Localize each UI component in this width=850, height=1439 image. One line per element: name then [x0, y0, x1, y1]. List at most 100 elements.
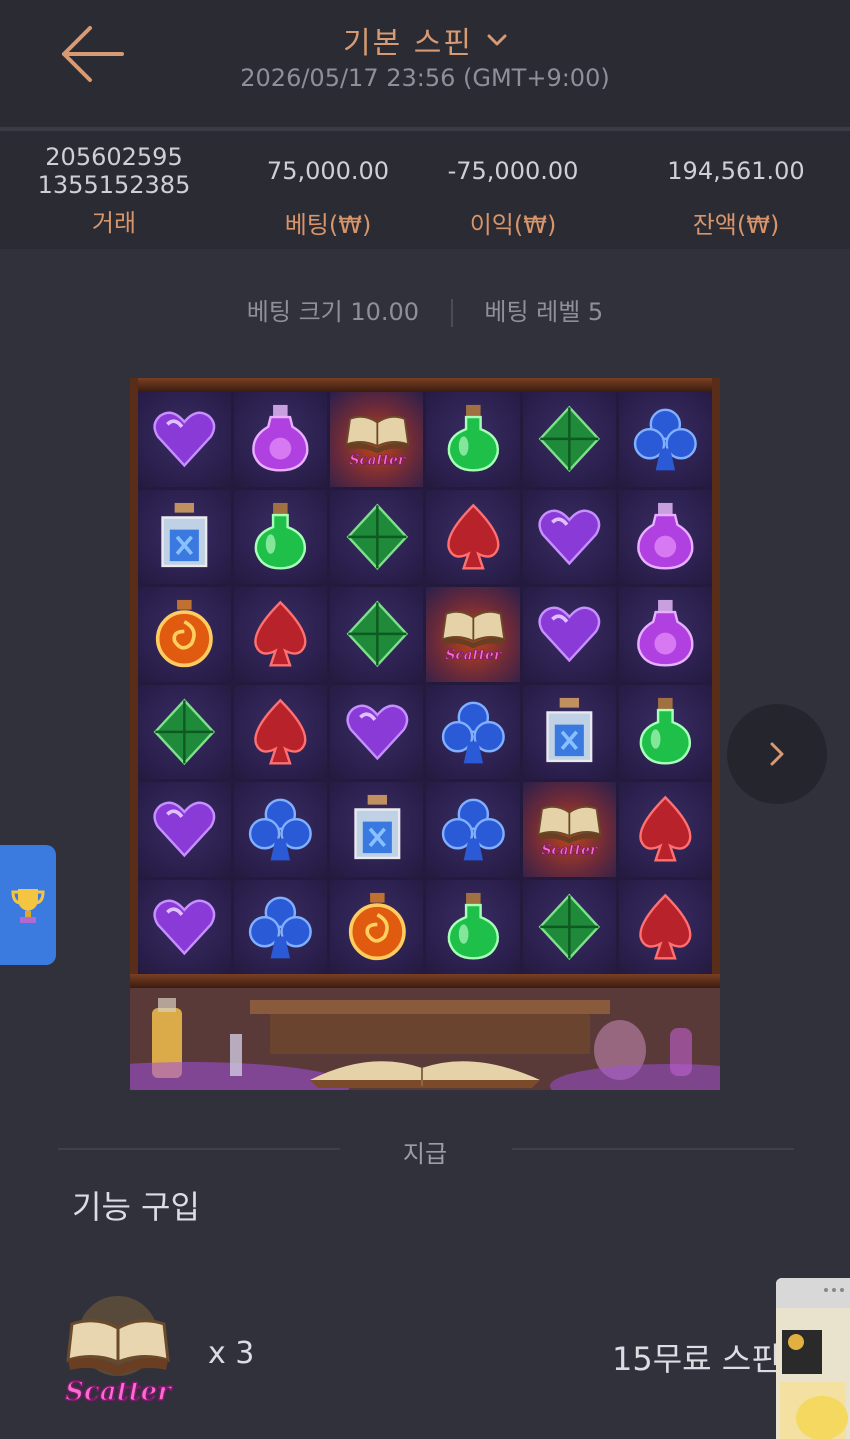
balance-column: 194,561.00 잔액(₩) [648, 157, 824, 240]
reel-cell [234, 782, 328, 877]
purple-heart-icon [538, 606, 601, 663]
alchemy-table-scene [130, 988, 720, 1090]
floating-mini-window[interactable] [776, 1278, 850, 1439]
scatter-icon: Scatter [344, 416, 409, 469]
reel-cell [138, 392, 232, 487]
scatter-text: Scatter [349, 453, 405, 469]
scatter-text: Scatter [542, 843, 598, 859]
spin-type-dropdown[interactable]: 기본 스핀 [343, 18, 507, 62]
reel-cell [522, 489, 616, 584]
purple-potion-icon [637, 502, 694, 570]
purple-potion-icon [252, 405, 309, 472]
green-diamond-icon [346, 503, 408, 571]
green-potion-icon [447, 405, 499, 472]
reel-cell [234, 587, 328, 682]
reel-cell [426, 392, 520, 487]
bet-size: 베팅 크기 10.00 [246, 298, 420, 326]
scatter-icon: Scatter [537, 806, 602, 859]
blue-jar-icon [546, 697, 593, 763]
reel-cell [138, 587, 232, 682]
red-spade-icon [639, 893, 692, 960]
green-potion-icon [639, 697, 692, 765]
reel-cell: Scatter [330, 392, 424, 487]
blue-jar-icon [353, 795, 400, 860]
reel-cell [618, 782, 712, 877]
reel-cell [330, 782, 424, 877]
reel-cell [522, 392, 616, 487]
scatter-book-icon: Scatter [58, 1290, 178, 1410]
frame-bottom [130, 974, 720, 988]
divider-right [512, 1148, 794, 1150]
blue-club-icon [441, 701, 505, 764]
free-spins-result: 15무료 스핀 [612, 1340, 781, 1378]
reel-cell [426, 489, 520, 584]
reel-cell [234, 879, 328, 974]
orange-flask-icon [348, 892, 406, 961]
reel-cell [426, 879, 520, 974]
payout-label: 지급 [402, 1140, 448, 1168]
frame-top [130, 378, 720, 392]
reel-cell [426, 684, 520, 779]
orange-flask-icon [156, 600, 214, 668]
reel-cell: Scatter [426, 587, 520, 682]
feature-title: 기능 구입 [72, 1188, 200, 1226]
trophy-tab-button[interactable] [0, 845, 56, 965]
header: 기본 스핀 2026/05/17 23:56 (GMT+9:00) [0, 0, 850, 127]
bet-label: 베팅(₩) [284, 211, 372, 239]
reel-cell [138, 782, 232, 877]
datetime: 2026/05/17 23:56 (GMT+9:00) [240, 64, 610, 92]
red-spade-icon [254, 698, 307, 765]
reel-grid: Scatter Scatter Scatter [138, 392, 712, 974]
page-title: 기본 스핀 [343, 26, 473, 61]
reel-cell [330, 684, 424, 779]
reel-cell [618, 392, 712, 487]
next-page-button[interactable] [727, 704, 827, 804]
reel-cell: Scatter [522, 782, 616, 877]
scatter-text: Scatter [65, 1377, 173, 1407]
green-potion-icon [255, 502, 307, 570]
green-potion-icon [447, 892, 499, 960]
summary-bar: 205602595 1355152385 거래 75,000.00 베팅(₩) … [0, 131, 850, 249]
reel-cell [522, 684, 616, 779]
reel-cell [138, 489, 232, 584]
reel-cell [618, 587, 712, 682]
scatter-icon: Scatter [441, 611, 506, 664]
balance-label: 잔액(₩) [692, 211, 780, 239]
reel-cell [138, 879, 232, 974]
red-spade-icon [254, 601, 307, 667]
reel-cell [330, 587, 424, 682]
green-diamond-icon [153, 698, 216, 766]
purple-heart-icon [538, 509, 601, 566]
green-diamond-icon [538, 405, 600, 473]
blue-club-icon [249, 798, 313, 861]
red-spade-icon [446, 503, 500, 570]
red-spade-icon [639, 796, 692, 862]
scatter-multiplier: x 3 [208, 1336, 255, 1371]
transaction-column: 205602595 1355152385 거래 [28, 143, 200, 238]
green-diamond-icon [538, 893, 600, 961]
reel-cell [618, 684, 712, 779]
blue-club-icon [249, 896, 313, 959]
frame-left [130, 378, 138, 976]
purple-heart-icon [153, 411, 216, 468]
reel-cell [522, 879, 616, 974]
reel-cell [618, 489, 712, 584]
balance-value: 194,561.00 [667, 157, 805, 185]
blue-jar-icon [161, 502, 208, 568]
blue-club-icon [633, 408, 697, 471]
feature-row: Scatter x 3 15무료 스핀 [0, 1280, 850, 1420]
slot-board: Scatter Scatter Scatter [130, 378, 720, 1090]
reel-cell [330, 879, 424, 974]
reel-cell [138, 684, 232, 779]
reel-cell [234, 684, 328, 779]
trophy-icon [11, 889, 45, 923]
transaction-id-2: 1355152385 [37, 171, 191, 199]
reel-cell [522, 587, 616, 682]
frame-right [712, 378, 720, 976]
purple-heart-icon [345, 704, 408, 761]
bet-value: 75,000.00 [266, 157, 390, 185]
reel-cell [618, 879, 712, 974]
blue-club-icon [441, 798, 505, 861]
bet-info: 베팅 크기 10.00 베팅 레벨 5 [0, 292, 850, 327]
profit-column: -75,000.00 이익(₩) [430, 157, 596, 240]
